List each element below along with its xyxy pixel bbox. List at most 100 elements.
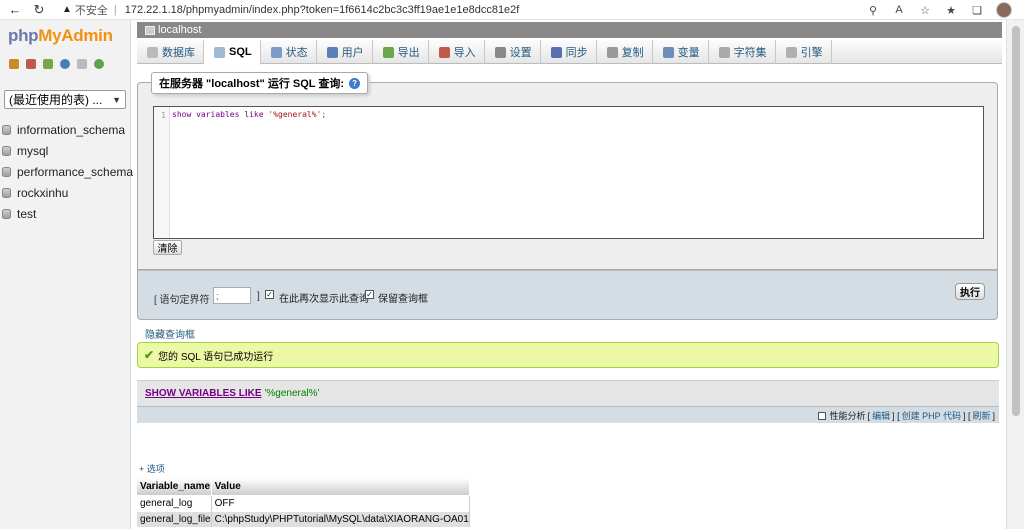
favorites-icon[interactable]: ★ bbox=[944, 3, 958, 17]
quick-links bbox=[9, 59, 104, 69]
database-item[interactable]: mysql bbox=[0, 140, 131, 161]
bracket-sep: ] [ bbox=[892, 410, 900, 421]
sql-code-line[interactable]: show variables like '%general%'; bbox=[172, 110, 326, 119]
database-list: information_schema mysql performance_sch… bbox=[0, 119, 133, 224]
column-header[interactable]: Value bbox=[211, 478, 471, 495]
database-icon bbox=[2, 208, 11, 219]
recent-tables-select[interactable]: (最近使用的表) ... ▼ bbox=[4, 90, 126, 109]
tab-engines[interactable]: 引擎 bbox=[776, 40, 832, 64]
engine-icon bbox=[785, 46, 797, 58]
clear-button[interactable]: 清除 bbox=[153, 240, 182, 255]
tab-label: 引擎 bbox=[800, 47, 823, 59]
home-icon[interactable] bbox=[9, 59, 19, 69]
key-icon[interactable]: ⚲ bbox=[866, 3, 880, 17]
sql-editor[interactable]: 1 show variables like '%general%'; bbox=[153, 106, 984, 239]
reload-icon[interactable]: ↻ bbox=[30, 1, 48, 19]
sync-icon bbox=[550, 46, 562, 58]
tab-sync[interactable]: 同步 bbox=[541, 40, 597, 64]
options-link[interactable]: + 选项 bbox=[139, 462, 165, 475]
import-icon bbox=[438, 46, 450, 58]
delimiter-label: [ 语句定界符 bbox=[154, 295, 210, 306]
database-name[interactable]: performance_schema bbox=[17, 165, 133, 179]
show-again-checkbox[interactable]: ✓ bbox=[265, 290, 274, 299]
address-bar[interactable]: ▲ 不安全 | 172.22.1.18/phpmyadmin/index.php… bbox=[62, 2, 519, 18]
retain-query-checkbox[interactable]: ✓ bbox=[365, 290, 374, 299]
tab-label: 复制 bbox=[621, 47, 644, 59]
code-punctuation: ; bbox=[321, 110, 327, 119]
table-row: general_log OFF bbox=[137, 494, 471, 511]
database-item[interactable]: performance_schema bbox=[0, 161, 133, 182]
database-item[interactable]: rockxinhu bbox=[0, 182, 131, 203]
database-name[interactable]: test bbox=[17, 207, 36, 221]
collections-icon[interactable]: ❏ bbox=[970, 3, 984, 17]
mysql-docs-icon[interactable] bbox=[77, 59, 87, 69]
refresh-link[interactable]: 刷新 bbox=[972, 409, 990, 422]
tab-charsets[interactable]: 字符集 bbox=[709, 40, 776, 64]
read-aloud-icon[interactable]: A bbox=[892, 3, 906, 17]
database-item[interactable]: information_schema bbox=[0, 119, 131, 140]
database-name[interactable]: rockxinhu bbox=[17, 186, 68, 200]
executed-query: SHOW VARIABLES LIKE '%general%' bbox=[137, 380, 999, 406]
database-name[interactable]: mysql bbox=[17, 144, 48, 158]
hide-query-box-link[interactable]: 隐藏查询框 bbox=[145, 326, 195, 341]
server-icon bbox=[145, 25, 155, 35]
database-item[interactable]: test bbox=[0, 203, 131, 224]
success-text: 您的 SQL 语句已成功运行 bbox=[158, 351, 274, 363]
query-options-bar: [ 语句定界符 ; ] ✓ 在此再次显示此查询 ✓ 保留查询框 执行 bbox=[137, 270, 998, 320]
favorite-add-icon[interactable]: ☆ bbox=[918, 3, 932, 17]
profiling-label: 性能分析 bbox=[829, 411, 866, 421]
tab-label: 设置 bbox=[509, 47, 532, 59]
tab-sql[interactable]: SQL bbox=[204, 40, 261, 65]
database-name[interactable]: information_schema bbox=[17, 123, 125, 137]
users-icon bbox=[326, 46, 338, 58]
query-keyword[interactable]: SHOW VARIABLES LIKE bbox=[145, 388, 261, 399]
sql-panel-legend: 在服务器 "localhost" 运行 SQL 查询: ? bbox=[151, 72, 369, 94]
tab-replication[interactable]: 复制 bbox=[597, 40, 653, 64]
url-text[interactable]: 172.22.1.18/phpmyadmin/index.php?token=1… bbox=[125, 4, 520, 16]
export-icon bbox=[382, 46, 394, 58]
server-breadcrumb: localhost bbox=[137, 22, 1002, 38]
delimiter-value: ; bbox=[216, 290, 219, 301]
profile-avatar[interactable] bbox=[996, 2, 1012, 18]
tab-variables[interactable]: 变量 bbox=[653, 40, 709, 64]
tab-import[interactable]: 导入 bbox=[429, 40, 485, 64]
table-cell: general_log_file bbox=[137, 510, 212, 527]
tab-label: 字符集 bbox=[733, 47, 767, 59]
line-number: 1 bbox=[161, 111, 166, 120]
reload-nav-icon[interactable] bbox=[94, 59, 104, 69]
code-keyword: variables bbox=[196, 110, 240, 119]
column-header[interactable]: Variable_name bbox=[137, 478, 212, 495]
help-icon[interactable]: ? bbox=[349, 77, 361, 89]
logout-icon[interactable] bbox=[26, 59, 36, 69]
tab-settings[interactable]: 设置 bbox=[485, 40, 541, 64]
delimiter-input[interactable]: ; bbox=[213, 287, 251, 304]
bracket-sep: ] [ bbox=[962, 410, 971, 421]
database-icon bbox=[147, 46, 158, 58]
page-scrollbar[interactable] bbox=[1006, 20, 1024, 529]
logo-php-text: php bbox=[8, 26, 39, 45]
query-tools-bar: 性能分析 [ 编辑 ] [ 创建 PHP 代码 ] [ 刷新 ] bbox=[137, 406, 999, 423]
docs-icon[interactable] bbox=[60, 59, 70, 69]
tab-label: 变量 bbox=[677, 47, 700, 59]
tab-databases[interactable]: 数据库 bbox=[137, 40, 204, 64]
profiling-checkbox[interactable] bbox=[817, 411, 826, 420]
delimiter-bracket: ] bbox=[257, 291, 260, 302]
sql-icon bbox=[214, 46, 225, 58]
tab-status[interactable]: 状态 bbox=[261, 40, 317, 64]
create-php-code-link[interactable]: 创建 PHP 代码 bbox=[902, 409, 961, 422]
scrollbar-thumb[interactable] bbox=[1012, 26, 1020, 416]
status-icon bbox=[270, 46, 282, 58]
phpmyadmin-logo[interactable]: phpMyAdmin bbox=[8, 26, 113, 46]
code-string: '%general%' bbox=[268, 110, 322, 119]
edit-link[interactable]: 编辑 bbox=[872, 409, 890, 422]
go-button[interactable]: 执行 bbox=[955, 283, 985, 300]
success-message: ✔ 您的 SQL 语句已成功运行 bbox=[137, 342, 999, 368]
query-window-icon[interactable] bbox=[43, 59, 53, 69]
tab-export[interactable]: 导出 bbox=[373, 40, 429, 64]
server-name[interactable]: localhost bbox=[158, 24, 201, 36]
recent-tables-value: (最近使用的表) ... bbox=[9, 93, 103, 107]
back-arrow-icon[interactable]: ← bbox=[6, 1, 24, 19]
sql-panel-title: 在服务器 "localhost" 运行 SQL 查询: bbox=[159, 78, 345, 90]
tab-users[interactable]: 用户 bbox=[317, 40, 373, 64]
table-cell: general_log bbox=[137, 494, 212, 511]
